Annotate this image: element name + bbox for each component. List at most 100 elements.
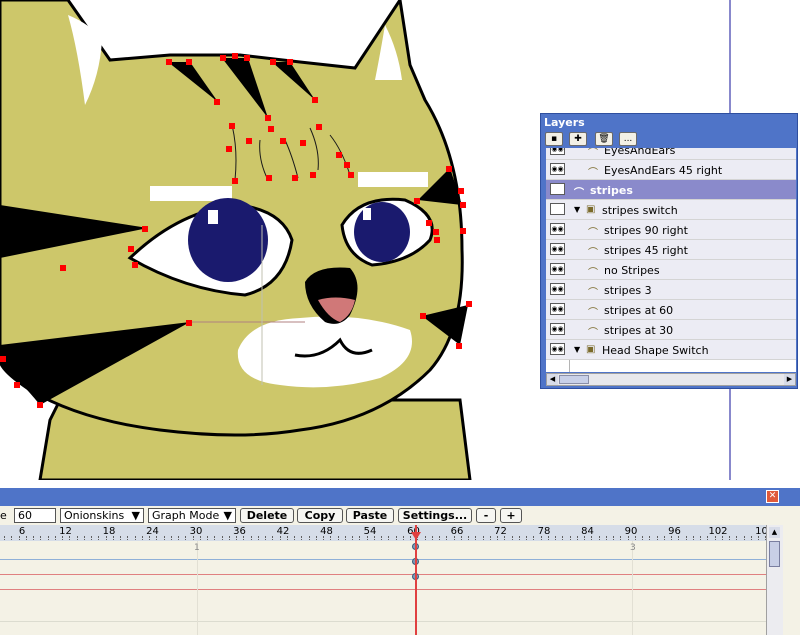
scroll-left-arrow-icon[interactable]: ◀ (547, 374, 558, 385)
eye-icon[interactable]: ◉◉ (550, 148, 565, 155)
ruler-tick (692, 536, 694, 540)
paste-button[interactable]: Paste (346, 508, 394, 523)
ruler-tick (120, 536, 121, 540)
channel-line (0, 559, 766, 560)
layer-row[interactable]: ◉◉ ⌒ stripes at 60 (546, 300, 796, 320)
layer-list[interactable]: ◉◉ ⌒ EyesAndEars ◉◉ ⌒ EyesAndEars 45 right ◉◉ ⌒… (546, 148, 796, 372)
ruler-tick (642, 536, 643, 540)
trash-icon: 🗑 (598, 134, 610, 144)
ruler-tick (482, 536, 484, 540)
layer-row[interactable]: ◉◉ ⌒ stripes 3 (546, 280, 796, 300)
ruler-tick (236, 536, 237, 540)
layer-row[interactable]: ▼ ▣ stripes switch (546, 200, 796, 220)
layer-label: stripes switch (602, 204, 678, 217)
ruler-tick (453, 536, 455, 540)
delete-layer-button[interactable]: 🗑 (595, 132, 613, 146)
eye-icon[interactable]: ◉◉ (550, 183, 565, 195)
ruler-tick (185, 536, 187, 540)
ruler-tick (105, 536, 107, 540)
close-icon[interactable]: ✕ (766, 490, 779, 503)
delete-button[interactable]: Delete (240, 508, 294, 523)
layer-row[interactable]: ◉◉ ⌒ no Stripes (546, 260, 796, 280)
eye-icon[interactable]: ◉◉ (550, 323, 565, 335)
visibility-toggle[interactable] (550, 203, 565, 215)
eye-icon[interactable]: ◉◉ (550, 343, 565, 355)
ruler-tick-label: 96 (668, 526, 681, 537)
add-layer-button[interactable]: ✚ (569, 132, 587, 146)
eye-icon[interactable]: ◉◉ (550, 223, 565, 235)
ruler-tick (395, 536, 397, 540)
ruler-tick (214, 536, 216, 540)
ruler-tick (547, 536, 549, 540)
layers-horizontal-scrollbar[interactable]: ◀ ▶ (546, 373, 796, 386)
layer-row[interactable]: ◉◉ ⌒ EyesAndEars (546, 148, 796, 160)
eye-icon[interactable]: ◉◉ (550, 243, 565, 255)
ruler-tick (431, 536, 433, 540)
ruler-tick (381, 536, 382, 540)
ruler-tick (33, 536, 34, 540)
timeline-panel[interactable]: ✕ e 60 Onionskins ▼ Graph Mode ▼ Delete … (0, 488, 800, 635)
right-iris (354, 202, 410, 262)
ruler-tick (526, 536, 527, 540)
eye-icon[interactable]: ◉◉ (550, 163, 565, 175)
ruler-tick (344, 536, 346, 540)
ruler-tick (294, 536, 295, 540)
ruler-tick-label: 48 (320, 526, 333, 537)
bone-layer-icon: ⌒ (588, 288, 598, 299)
scroll-thumb[interactable] (559, 375, 589, 384)
expand-arrow-icon[interactable]: ▼ (574, 205, 580, 214)
scroll-thumb[interactable] (769, 541, 780, 567)
bone-layer-icon: ⌒ (574, 188, 584, 199)
ruler-tick-label: 102 (708, 526, 728, 537)
eye-icon[interactable]: ◉◉ (550, 263, 565, 275)
layer-options-button[interactable]: ... (619, 132, 637, 146)
frame-ruler[interactable]: 6 12 18 24 30 36 42 48 54 60 66 72 78 84 90 96 102 10 (0, 525, 768, 541)
layer-row[interactable]: ◉◉ ▼ ▣ Head Shape Switch (546, 340, 796, 360)
bone-layer-icon: ⌒ (588, 168, 598, 179)
layer-label: EyesAndEars 45 right (604, 164, 723, 177)
onionskins-dropdown[interactable]: Onionskins ▼ (60, 508, 144, 523)
bone-layer-icon: ⌒ (588, 148, 598, 159)
layer-row[interactable]: ◉◉ ⌒ stripes 90 right (546, 220, 796, 240)
expand-arrow-icon[interactable]: ▼ (574, 345, 580, 354)
ruler-tick (671, 536, 672, 540)
new-layer-button[interactable]: ▪ (545, 132, 563, 146)
scroll-up-arrow-icon[interactable]: ▲ (769, 527, 780, 538)
playhead[interactable] (415, 525, 417, 635)
eye-icon[interactable]: ◉◉ (550, 303, 565, 315)
zoom-out-button[interactable]: - (476, 508, 496, 523)
layer-label: stripes at 60 (604, 304, 674, 317)
ruler-tick (497, 536, 498, 540)
timeline-channels[interactable]: 1 3 (0, 541, 766, 635)
ruler-tick (286, 536, 288, 540)
layer-row[interactable]: ◉◉ ⌒ stripes at 30 (546, 320, 796, 340)
frame-field[interactable]: 60 (14, 508, 56, 523)
ruler-tick (330, 536, 332, 540)
layer-row[interactable]: ◉◉ ⌒ stripes 45 right (546, 240, 796, 260)
ruler-tick (758, 536, 759, 540)
chevron-down-icon: ▼ (131, 509, 140, 522)
ruler-tick (83, 536, 85, 540)
layer-row[interactable]: ◉◉ ⌒ EyesAndEars 45 right (546, 160, 796, 180)
settings-button[interactable]: Settings... (398, 508, 472, 523)
ruler-tick (468, 536, 469, 540)
ruler-tick (605, 536, 607, 540)
timeline-vertical-scrollbar[interactable]: ▲ (766, 525, 783, 635)
layers-window[interactable]: Layers ▪ ✚ 🗑 ... ◉◉ ⌒ EyesAndEars ◉◉ ⌒ EyesAn… (540, 113, 798, 389)
scroll-right-arrow-icon[interactable]: ▶ (784, 374, 795, 385)
ruler-tick (192, 536, 194, 540)
ruler-tick (11, 536, 13, 540)
copy-button[interactable]: Copy (297, 508, 343, 523)
graph-mode-dropdown[interactable]: Graph Mode ▼ (148, 508, 236, 523)
graph-mode-label: Graph Mode (152, 509, 220, 522)
zoom-in-button[interactable]: + (500, 508, 522, 523)
ruler-tick (359, 536, 361, 540)
ruler-tick (170, 536, 172, 540)
ruler-tick-label: 54 (363, 526, 377, 537)
ruler-tick (76, 536, 78, 540)
ruler-tick (243, 536, 245, 540)
layer-row[interactable]: ◉◉ ⌒ stripes (546, 180, 796, 200)
eye-icon[interactable]: ◉◉ (550, 283, 565, 295)
ruler-tick (315, 536, 317, 540)
ruler-tick (685, 536, 687, 540)
